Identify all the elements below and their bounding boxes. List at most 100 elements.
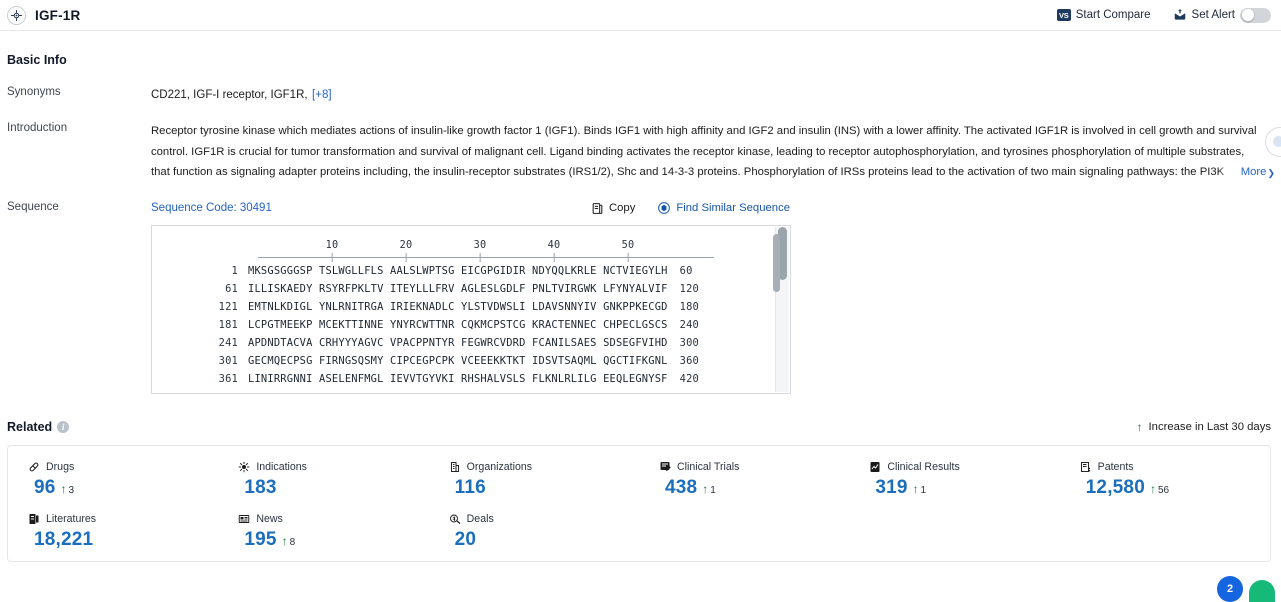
stat-header: Clinical Trials bbox=[659, 460, 849, 474]
sequence-end-index: 120 bbox=[679, 283, 699, 295]
page-title: IGF-1R bbox=[35, 7, 81, 23]
find-similar-icon bbox=[657, 201, 671, 215]
set-alert-label: Set Alert bbox=[1191, 9, 1235, 21]
brand: IGF-1R bbox=[7, 5, 81, 25]
sequence-scrollbar-thumb[interactable] bbox=[773, 227, 787, 292]
literature-icon bbox=[28, 513, 40, 525]
sequence-line: 241 APDNDTACVA CRHYYYAGVC VPACPPNTYR FEGW… bbox=[152, 334, 790, 352]
start-compare-button[interactable]: VS Start Compare bbox=[1056, 9, 1151, 21]
chevron-double-down-icon: ❯ bbox=[1267, 167, 1275, 178]
arrow-up-icon: ↑ bbox=[1149, 482, 1156, 496]
stat-card[interactable]: Organizations 116 bbox=[429, 460, 639, 499]
bell-alert-icon bbox=[1173, 8, 1187, 22]
ruler-tick: 50 bbox=[621, 240, 635, 262]
synonyms-body: CD221, IGF-I receptor, IGF1R, [+8] bbox=[151, 85, 1281, 103]
pill-icon bbox=[28, 461, 40, 473]
introduction-label: Introduction bbox=[7, 122, 68, 134]
stat-card[interactable]: News 195 ↑ 8 bbox=[218, 512, 428, 551]
stat-value[interactable]: 195 bbox=[244, 529, 276, 551]
info-icon[interactable]: i bbox=[57, 421, 70, 433]
stat-value-row: 116 bbox=[449, 477, 639, 499]
building-icon bbox=[449, 461, 461, 473]
copy-icon bbox=[591, 202, 604, 215]
stat-value[interactable]: 183 bbox=[244, 477, 276, 499]
sequence-header: Sequence Code: 30491 Copy Find Similar S… bbox=[151, 200, 1281, 216]
stat-header: News bbox=[238, 512, 428, 526]
stat-delta: ↑ 3 bbox=[61, 483, 75, 496]
stat-card[interactable]: Patents 12,580 ↑ 56 bbox=[1060, 460, 1270, 499]
help-fab-button[interactable] bbox=[1249, 580, 1275, 602]
sequence-residues: GECMQECPSG FIRNGSQSMY CIPCEGPCPK VCEEEKK… bbox=[248, 355, 668, 367]
sequence-label: Sequence bbox=[7, 201, 59, 213]
stat-value[interactable]: 96 bbox=[34, 477, 56, 499]
sequence-scrollbar-thumb-inner[interactable] bbox=[773, 234, 780, 292]
set-alert-control[interactable]: Set Alert bbox=[1173, 7, 1271, 23]
related-stats-grid: Drugs 96 ↑ 3 Indications 183 Organizations 116 C… bbox=[8, 460, 1270, 551]
stat-value[interactable]: 116 bbox=[455, 477, 486, 499]
sequence-start-index: 61 bbox=[225, 283, 238, 295]
stat-label: Literatures bbox=[46, 513, 97, 525]
stat-card[interactable]: Deals 20 bbox=[429, 512, 639, 551]
introduction-more-button[interactable]: More ❯ bbox=[1218, 162, 1275, 182]
sequence-start-index: 301 bbox=[218, 355, 238, 367]
sequence-end-index: 360 bbox=[679, 355, 699, 367]
stat-card[interactable]: Literatures 18,221 bbox=[8, 512, 218, 551]
sequence-viewer[interactable]: 10 20 30 40 50 1 MKSGSGGGSP TSLWGLLFLS AA… bbox=[151, 225, 791, 394]
stat-value-row: 183 bbox=[238, 477, 428, 499]
page-content: Basic Info Synonyms CD221, IGF-I recepto… bbox=[0, 53, 1281, 562]
introduction-text: Receptor tyrosine kinase which mediates … bbox=[151, 125, 1257, 178]
vs-icon: VS bbox=[1056, 9, 1071, 21]
stat-header: Indications bbox=[238, 460, 428, 474]
stat-card[interactable]: Clinical Trials 438 ↑ 1 bbox=[639, 460, 849, 499]
sequence-tools: Copy Find Similar Sequence bbox=[591, 201, 1281, 215]
virus-icon bbox=[238, 461, 250, 473]
synonyms-label: Synonyms bbox=[7, 86, 61, 98]
synonyms-more-link[interactable]: [+8] bbox=[312, 89, 332, 101]
legend-label: Increase in Last 30 days bbox=[1148, 421, 1271, 433]
clinical-result-icon bbox=[869, 461, 881, 473]
increase-legend: ↑ Increase in Last 30 days bbox=[1137, 421, 1271, 433]
sequence-code-link[interactable]: Sequence Code: 30491 bbox=[151, 202, 272, 214]
chat-fab-button[interactable]: 2 bbox=[1217, 576, 1243, 602]
introduction-wrapper: Receptor tyrosine kinase which mediates … bbox=[151, 121, 1281, 182]
stat-value[interactable]: 438 bbox=[665, 477, 697, 499]
stat-delta-value: 1 bbox=[920, 485, 927, 496]
sequence-start-index: 241 bbox=[218, 337, 238, 349]
arrow-up-icon: ↑ bbox=[1136, 420, 1143, 434]
top-bar: IGF-1R VS Start Compare Set Alert bbox=[0, 0, 1281, 31]
sequence-residues: APDNDTACVA CRHYYYAGVC VPACPPNTYR FEGWRCV… bbox=[248, 337, 668, 349]
edge-float-circle[interactable] bbox=[1265, 127, 1281, 157]
stat-value[interactable]: 18,221 bbox=[34, 529, 93, 551]
ruler-tick: 40 bbox=[547, 240, 561, 262]
synonyms-row: Synonyms CD221, IGF-I receptor, IGF1R, [… bbox=[7, 85, 1281, 103]
stat-value[interactable]: 20 bbox=[455, 529, 477, 551]
set-alert-toggle[interactable] bbox=[1240, 7, 1271, 23]
stat-value[interactable]: 319 bbox=[875, 477, 907, 499]
stat-header: Clinical Results bbox=[869, 460, 1059, 474]
find-similar-sequence-button[interactable]: Find Similar Sequence bbox=[657, 201, 790, 215]
stat-label: Clinical Trials bbox=[676, 461, 740, 473]
introduction-row: Introduction Receptor tyrosine kinase wh… bbox=[7, 121, 1281, 182]
related-header: Related i ↑ Increase in Last 30 days bbox=[7, 420, 1281, 434]
sequence-start-index: 121 bbox=[218, 301, 238, 313]
stat-label: Organizations bbox=[466, 461, 533, 473]
stat-card[interactable]: Clinical Results 319 ↑ 1 bbox=[849, 460, 1059, 499]
sequence-scrollbar[interactable] bbox=[773, 227, 789, 392]
arrow-up-icon: ↑ bbox=[60, 482, 67, 496]
copy-button[interactable]: Copy bbox=[591, 202, 635, 215]
introduction-body: Receptor tyrosine kinase which mediates … bbox=[151, 121, 1281, 182]
stat-delta: ↑ 1 bbox=[913, 483, 927, 496]
stat-card[interactable]: Indications 183 bbox=[218, 460, 428, 499]
stat-card[interactable]: Drugs 96 ↑ 3 bbox=[8, 460, 218, 499]
arrow-up-icon: ↑ bbox=[912, 482, 919, 496]
sequence-body: Sequence Code: 30491 Copy Find Similar S… bbox=[151, 200, 1281, 394]
stat-value-row: 20 bbox=[449, 529, 639, 551]
ruler-line bbox=[258, 257, 714, 258]
sequence-residues: MKSGSGGGSP TSLWGLLFLS AALSLWPTSG EICGPGI… bbox=[248, 265, 668, 277]
sequence-line: 301 GECMQECPSG FIRNGSQSMY CIPCEGPCPK VCEE… bbox=[152, 352, 790, 370]
stat-value[interactable]: 12,580 bbox=[1086, 477, 1145, 499]
basic-info-heading: Basic Info bbox=[7, 53, 67, 67]
stat-header: Deals bbox=[449, 512, 639, 526]
copy-label: Copy bbox=[608, 202, 636, 214]
sequence-line: 1 MKSGSGGGSP TSLWGLLFLS AALSLWPTSG EICGPG… bbox=[152, 262, 790, 280]
